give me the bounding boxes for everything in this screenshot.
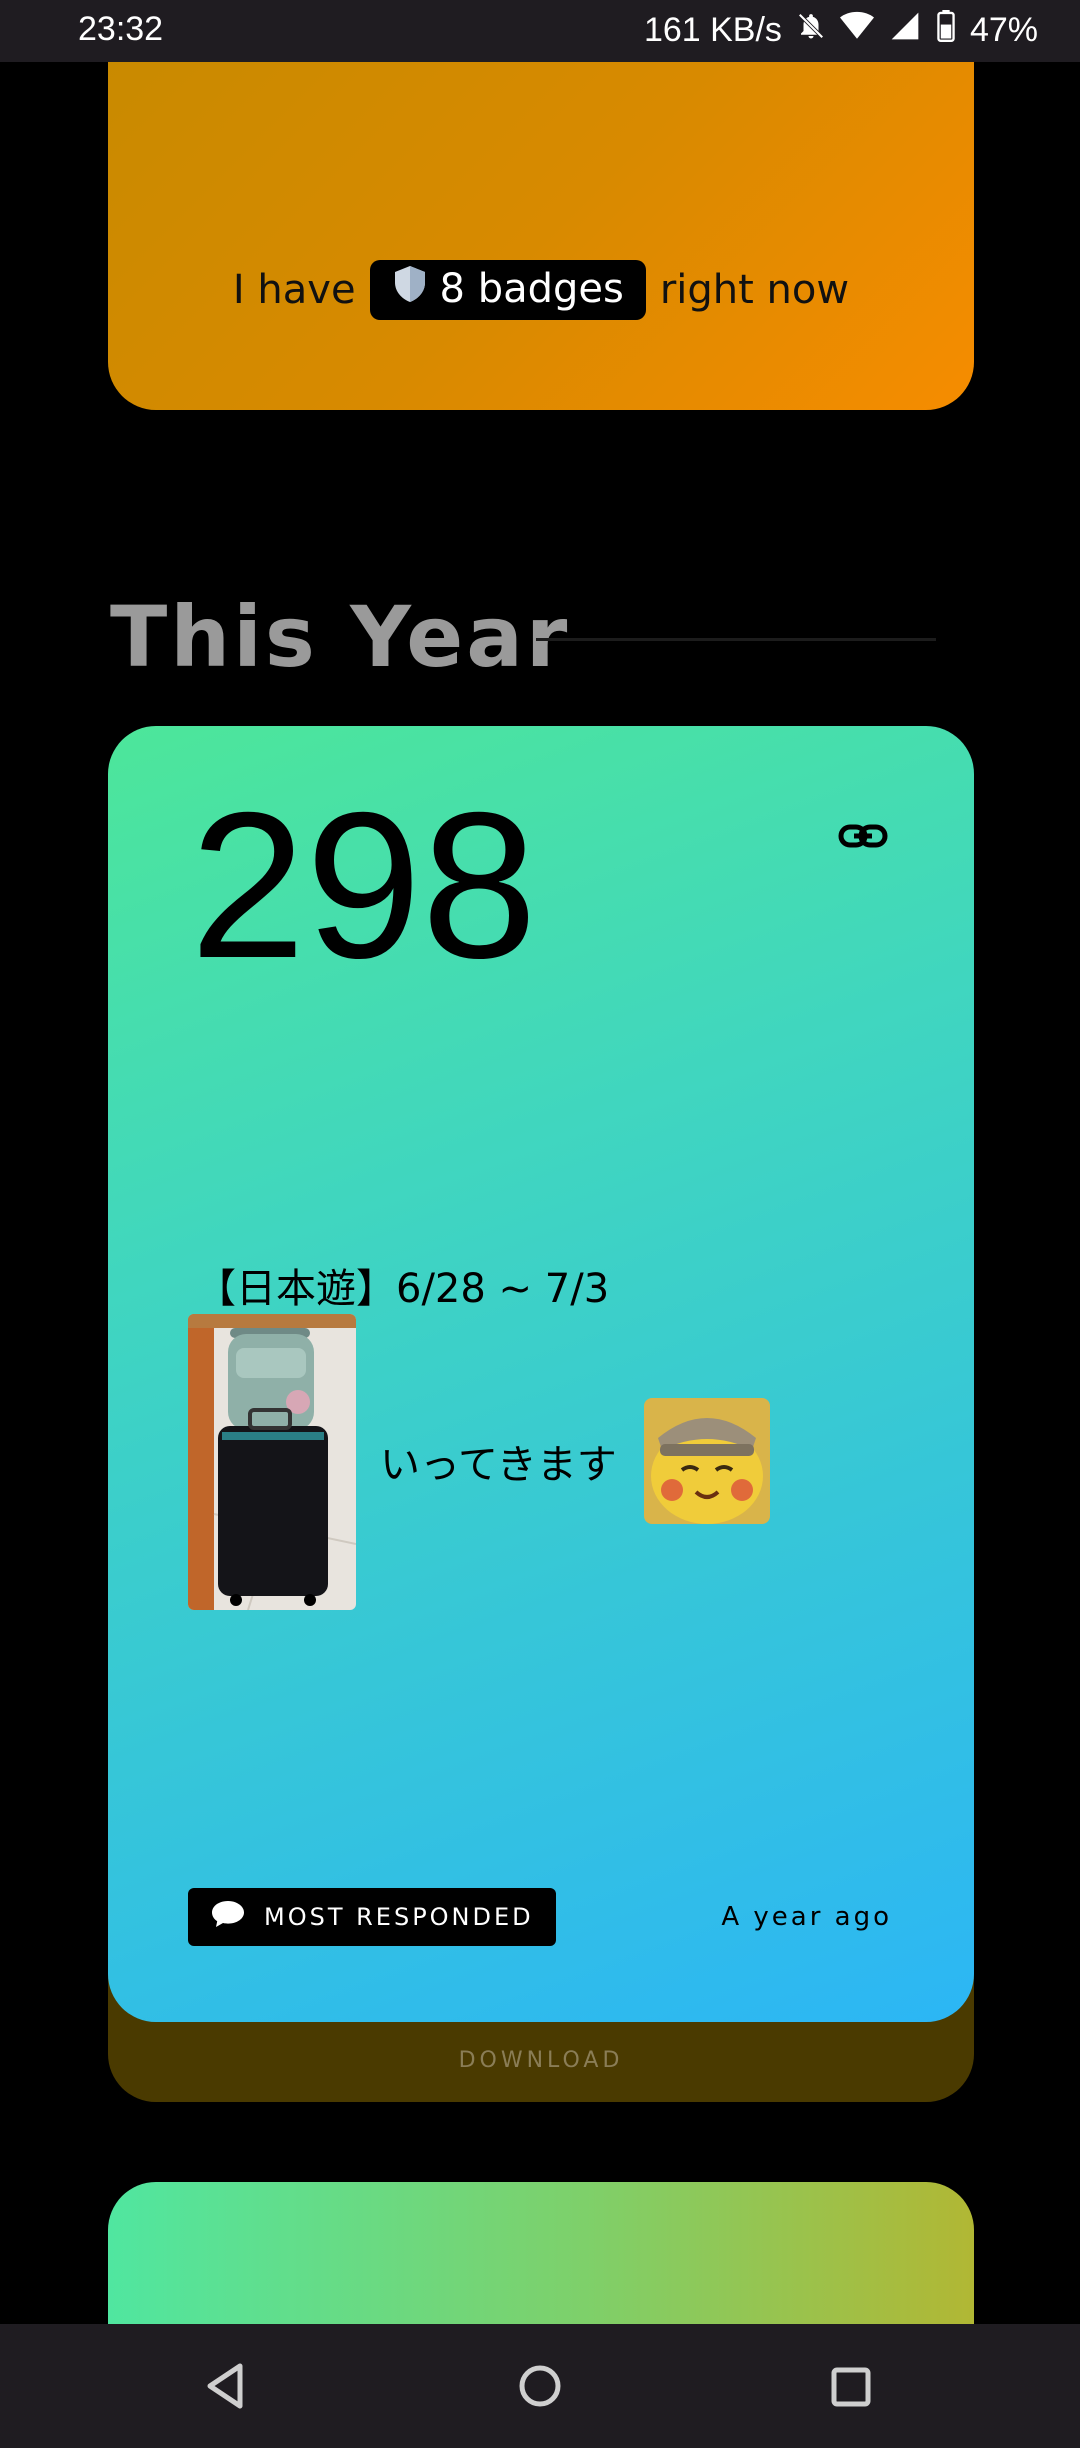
signal-icon	[888, 10, 922, 51]
link-icon[interactable]	[838, 822, 888, 854]
luggage-photo[interactable]	[188, 1314, 356, 1610]
network-speed: 161 KB/s	[643, 11, 782, 49]
post-title: 【日本遊】6/28 ~ 7/3	[196, 1266, 610, 1312]
badges-pill-label: 8 badges	[439, 266, 624, 312]
most-responded-label: MOST RESPONDED	[264, 1903, 534, 1931]
pikachu-sticker[interactable]	[644, 1398, 770, 1524]
section-title: This Year	[110, 588, 571, 686]
speech-bubble-icon	[210, 1899, 246, 1935]
section-divider	[536, 638, 936, 641]
shield-icon	[392, 264, 428, 314]
most-responded-tag: MOST RESPONDED	[188, 1888, 556, 1946]
badges-suffix: right now	[659, 267, 850, 313]
nav-bar	[0, 2324, 1080, 2448]
recents-icon[interactable]	[826, 2358, 876, 2418]
badges-prefix: I have	[232, 267, 356, 313]
badges-line: I have 8 badges right now	[108, 260, 974, 320]
download-button[interactable]: DOWNLOAD	[108, 2048, 974, 2073]
badges-pill[interactable]: 8 badges	[369, 260, 646, 320]
post-text: いってきます	[380, 1442, 617, 1488]
battery-percent: 47%	[969, 11, 1038, 49]
badges-card: I have 8 badges right now	[108, 62, 974, 410]
status-bar: 23:32 161 KB/s 47%	[0, 0, 1080, 62]
wifi-icon	[839, 11, 874, 50]
home-icon[interactable]	[512, 2358, 568, 2418]
back-icon[interactable]	[200, 2358, 250, 2418]
battery-icon	[936, 10, 956, 51]
bell-off-icon	[796, 11, 826, 50]
status-right: 161 KB/s 47%	[644, 10, 1038, 51]
status-time: 23:32	[78, 10, 164, 48]
memory-card[interactable]: 298 【日本遊】6/28 ~ 7/3 いってきます MOST RESPONDE…	[108, 726, 974, 2022]
response-count: 298	[190, 770, 538, 1002]
time-ago: A year ago	[721, 1902, 892, 1932]
